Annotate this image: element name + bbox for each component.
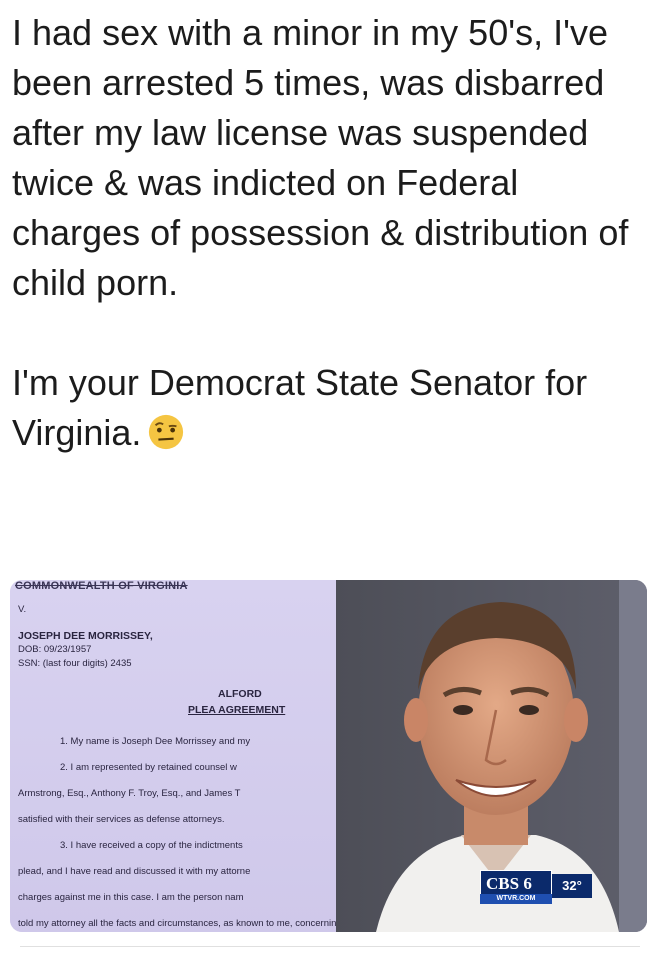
temperature-badge: 32° [552,874,592,898]
post-paragraph-2-text: I'm your Democrat State Senator for Virg… [12,362,588,453]
station-site: WTVR.COM [480,894,552,904]
doc-title-1: ALFORD [218,688,262,700]
doc-defendant: JOSEPH DEE MORRISSEY, [18,630,153,642]
doc-line: plead, and I have read and discussed it … [18,866,251,877]
news-logo: CBS 6 WTVR.COM 32° [480,870,610,904]
doc-ssn: SSN: (last four digits) 2435 [18,658,132,669]
doc-v: V. [18,604,27,615]
doc-title-2: PLEA AGREEMENT [188,704,286,716]
doc-line: 3. I have received a copy of the indictm… [60,840,243,851]
divider [20,946,640,947]
post-paragraph-1: I had sex with a minor in my 50's, I've … [12,12,629,303]
post-paragraph-2: I'm your Democrat State Senator for Virg… [12,358,648,458]
raised-eyebrow-face-icon [149,414,184,450]
post-text: I had sex with a minor in my 50's, I've … [12,8,648,458]
doc-line: 2. I am represented by retained counsel … [60,762,237,773]
doc-line: Armstrong, Esq., Anthony F. Troy, Esq., … [18,788,241,799]
document-header: COMMONWEALTH OF VIRGINIA [15,580,188,592]
doc-dob: DOB: 09/23/1957 [18,644,92,655]
station-logo: CBS 6 [480,870,552,896]
doc-line: 1. My name is Joseph Dee Morrissey and m… [60,736,251,747]
doc-line: satisfied with their services as defense… [18,814,225,825]
doc-line: charges against me in this case. I am th… [18,892,244,903]
news-image[interactable]: COMMONWEALTH OF VIRGINIA V. JOSEPH DEE M… [10,580,647,932]
doc-line: told my attorney all the facts and circu… [18,918,358,929]
plea-document: COMMONWEALTH OF VIRGINIA V. JOSEPH DEE M… [10,580,358,932]
